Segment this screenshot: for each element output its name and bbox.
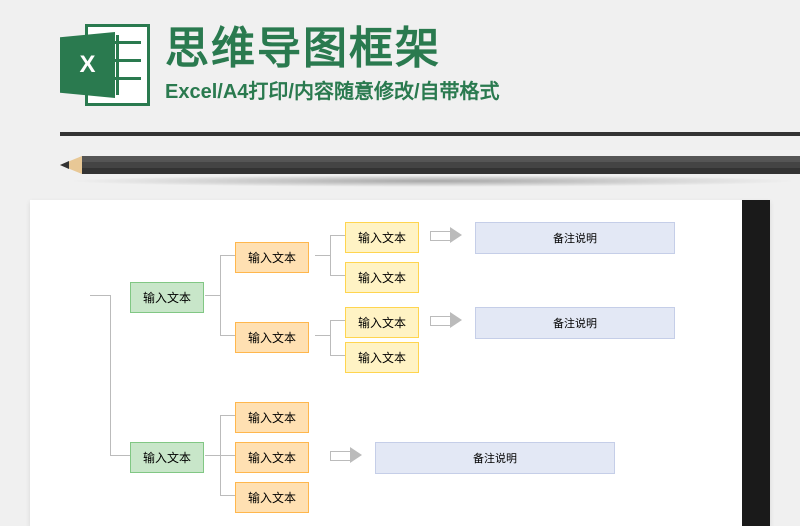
connector (220, 335, 235, 336)
node-level2-a: 输入文本 (235, 242, 309, 273)
connector (220, 415, 235, 416)
note-b: 备注说明 (475, 307, 675, 339)
connector (315, 255, 330, 256)
mindmap-diagram: 输入文本 输入文本 输入文本 输入文本 输入文本 输入文本 输入文本 输入文本 … (30, 200, 742, 526)
main-title: 思维导图框架 (165, 27, 500, 71)
connector (110, 295, 111, 455)
connector (220, 255, 235, 256)
connector (220, 255, 221, 335)
node-level3-b: 输入文本 (345, 262, 419, 293)
header: X 思维导图框架 Excel/A4打印/内容随意修改/自带格式 (0, 0, 800, 120)
node-level1-a: 输入文本 (130, 282, 204, 313)
arrow-icon (430, 227, 462, 243)
node-level2-e: 输入文本 (235, 482, 309, 513)
node-level2-b: 输入文本 (235, 322, 309, 353)
connector (90, 295, 110, 296)
connector (330, 235, 331, 275)
node-level3-a: 输入文本 (345, 222, 419, 253)
note-c: 备注说明 (375, 442, 615, 474)
connector (205, 455, 220, 456)
connector (220, 495, 235, 496)
title-block: 思维导图框架 Excel/A4打印/内容随意修改/自带格式 (165, 27, 500, 104)
note-a: 备注说明 (475, 222, 675, 254)
connector (330, 235, 345, 236)
connector (330, 275, 345, 276)
connector (330, 320, 331, 355)
node-level3-d: 输入文本 (345, 342, 419, 373)
node-level2-d: 输入文本 (235, 442, 309, 473)
node-level2-c: 输入文本 (235, 402, 309, 433)
connector (205, 295, 220, 296)
node-level3-c: 输入文本 (345, 307, 419, 338)
divider-line (60, 132, 800, 136)
arrow-icon (330, 447, 362, 463)
excel-icon: X (60, 20, 150, 110)
pencil-graphic (60, 140, 800, 190)
connector (220, 455, 235, 456)
connector (330, 355, 345, 356)
node-level1-b: 输入文本 (130, 442, 204, 473)
arrow-icon (430, 312, 462, 328)
connector (330, 320, 345, 321)
connector (315, 335, 330, 336)
excel-icon-letter: X (60, 32, 115, 98)
connector (110, 455, 130, 456)
subtitle: Excel/A4打印/内容随意修改/自带格式 (165, 75, 500, 104)
worksheet-preview: 输入文本 输入文本 输入文本 输入文本 输入文本 输入文本 输入文本 输入文本 … (30, 200, 770, 526)
